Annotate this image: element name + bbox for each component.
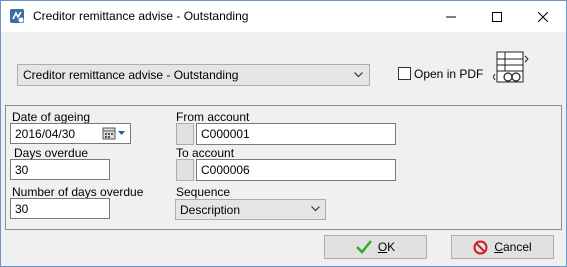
check-icon [355, 240, 372, 254]
chevron-down-icon [311, 206, 320, 212]
number-days-overdue-value: 30 [15, 201, 29, 216]
number-days-overdue-field[interactable]: 30 [10, 198, 110, 219]
ok-hotkey: O [377, 240, 388, 254]
cancel-hotkey: C [494, 240, 503, 254]
report-layout-icon[interactable] [493, 50, 529, 86]
close-button[interactable] [520, 1, 566, 32]
date-of-ageing-value: 2016/04/30 [15, 126, 76, 141]
minimize-button[interactable] [428, 1, 474, 32]
from-account-field[interactable]: C000001 [196, 123, 396, 145]
sequence-value: Description [180, 202, 241, 217]
to-account-value: C000006 [201, 163, 250, 177]
maximize-icon [492, 11, 502, 22]
days-overdue-value: 30 [15, 162, 29, 177]
title-bar: Creditor remittance advise - Outstanding [1, 1, 566, 32]
sequence-select[interactable]: Description [175, 199, 326, 220]
ok-label-rest: K [387, 240, 396, 254]
to-account-field[interactable]: C000006 [196, 159, 396, 181]
open-in-pdf-label: Open in PDF [414, 67, 484, 81]
close-icon [538, 11, 548, 22]
to-account-lookup-button[interactable] [176, 159, 194, 181]
sequence-label: Sequence [176, 185, 231, 199]
dialog-content: Creditor remittance advise - Outstanding… [1, 32, 566, 266]
from-account-value: C000001 [201, 127, 250, 141]
maximize-button[interactable] [474, 1, 520, 32]
chevron-down-icon [354, 72, 363, 78]
window-title: Creditor remittance advise - Outstanding [33, 9, 249, 23]
minimize-icon [446, 16, 456, 17]
days-overdue-label: Days overdue [14, 146, 89, 160]
days-overdue-field[interactable]: 30 [10, 159, 110, 180]
number-days-overdue-label: Number of days overdue [12, 185, 144, 199]
from-account-lookup-button[interactable] [176, 123, 194, 145]
from-account-label: From account [176, 110, 250, 124]
ok-button[interactable]: OK [324, 235, 427, 259]
report-select[interactable]: Creditor remittance advise - Outstanding [17, 64, 370, 86]
calendar-icon[interactable] [102, 127, 128, 141]
cancel-button[interactable]: Cancel [451, 235, 554, 259]
to-account-label: To account [176, 146, 235, 160]
dialog-window: Creditor remittance advise - Outstanding… [0, 0, 567, 267]
open-in-pdf-checkbox[interactable] [398, 67, 411, 80]
cancel-label: Cancel [494, 240, 531, 254]
date-of-ageing-label: Date of ageing [12, 110, 91, 124]
ok-label: OK [378, 240, 395, 254]
report-select-value: Creditor remittance advise - Outstanding [23, 68, 239, 82]
cancel-label-rest: ancel [502, 240, 532, 254]
no-entry-icon [473, 240, 488, 254]
remittance-app-icon [10, 9, 24, 23]
